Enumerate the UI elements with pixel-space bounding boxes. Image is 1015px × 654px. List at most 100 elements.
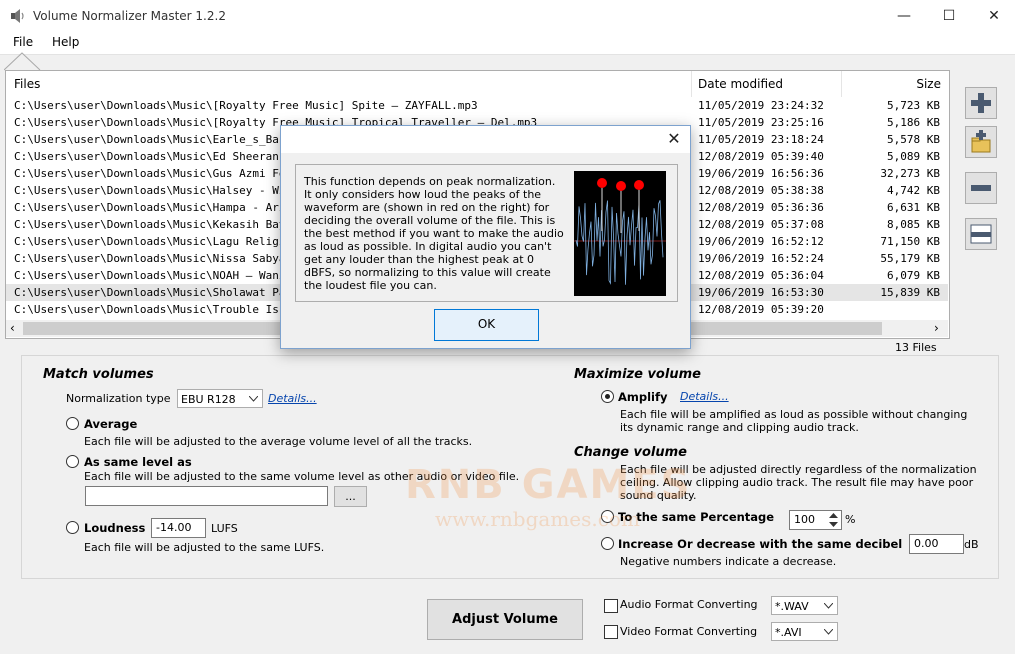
scroll-left-arrow-icon[interactable]: ‹ xyxy=(10,321,15,335)
watermark-url: www.rnbgames.com xyxy=(435,507,640,531)
date-modified-cell: 19/06/2019 16:53:30 xyxy=(698,286,824,299)
normalization-type-select[interactable]: EBU R128 xyxy=(177,389,263,408)
amplify-label[interactable]: Amplify xyxy=(618,390,668,404)
details-link[interactable]: Details... xyxy=(268,392,317,405)
average-description: Each file will be adjusted to the averag… xyxy=(84,435,473,448)
size-cell: 6,079 KB xyxy=(887,269,940,282)
negative-note: Negative numbers indicate a decrease. xyxy=(620,555,837,568)
dialog-close-button[interactable]: ✕ xyxy=(664,129,684,149)
add-file-button[interactable] xyxy=(965,87,997,119)
amplify-details-link[interactable]: Details... xyxy=(680,390,729,403)
ok-button[interactable]: OK xyxy=(434,309,539,341)
amplify-description-line1: Each file will be amplified as loud as p… xyxy=(620,408,968,421)
decibel-input[interactable]: 0.00 xyxy=(909,534,964,554)
add-folder-button[interactable] xyxy=(965,126,997,158)
loudness-label[interactable]: Loudness xyxy=(84,521,145,535)
minus-icon xyxy=(971,185,991,191)
video-format-label[interactable]: Video Format Converting xyxy=(620,625,757,638)
date-modified-cell: 11/05/2019 23:25:16 xyxy=(698,116,824,129)
loudness-unit: LUFS xyxy=(211,522,238,535)
clear-list-button[interactable] xyxy=(965,218,997,250)
percentage-value: 100 xyxy=(794,513,815,526)
percentage-unit: % xyxy=(845,513,856,526)
average-radio[interactable] xyxy=(66,417,79,430)
dialog-content: This function depends on peak normalizat… xyxy=(295,164,678,302)
size-cell: 32,273 KB xyxy=(880,167,940,180)
same-level-label[interactable]: As same level as xyxy=(84,455,192,469)
decibel-unit: dB xyxy=(964,538,979,551)
file-path-cell: C:\Users\user\Downloads\Music\[Royalty F… xyxy=(14,99,478,112)
size-cell: 15,839 KB xyxy=(880,286,940,299)
size-cell: 8,085 KB xyxy=(887,218,940,231)
file-path-cell: C:\Users\user\Downloads\Music\Kekasih Ba… xyxy=(14,218,293,231)
close-button[interactable]: ✕ xyxy=(971,0,1015,32)
video-format-select[interactable]: *.AVI xyxy=(771,622,838,641)
chevron-down-icon xyxy=(824,629,833,635)
browse-button[interactable]: ... xyxy=(334,486,367,507)
tab-notch xyxy=(4,52,41,71)
file-path-cell: C:\Users\user\Downloads\Music\Lagu Relig… xyxy=(14,235,306,248)
column-header-date[interactable]: Date modified xyxy=(698,71,784,97)
percentage-stepper[interactable]: 100 xyxy=(789,510,842,530)
date-modified-cell: 19/06/2019 16:56:36 xyxy=(698,167,824,180)
size-cell: 71,150 KB xyxy=(880,235,940,248)
menu-file[interactable]: File xyxy=(13,35,33,49)
date-modified-cell: 12/08/2019 05:39:20 xyxy=(698,303,824,316)
scroll-right-arrow-icon[interactable]: › xyxy=(934,321,939,335)
file-count: 13 Files xyxy=(895,341,937,354)
column-separator[interactable] xyxy=(841,71,842,97)
audio-format-checkbox[interactable] xyxy=(604,599,618,613)
size-cell: 5,186 KB xyxy=(887,116,940,129)
dialog-title-bar xyxy=(281,126,690,153)
adjust-volume-button[interactable]: Adjust Volume xyxy=(427,599,583,640)
audio-format-select[interactable]: *.WAV xyxy=(771,596,838,615)
column-header-files[interactable]: Files xyxy=(14,71,41,97)
amplify-radio[interactable] xyxy=(601,390,614,403)
loudness-input[interactable]: -14.00 xyxy=(151,518,206,538)
chevron-down-icon xyxy=(824,603,833,609)
remove-file-button[interactable] xyxy=(965,172,997,204)
column-header-size[interactable]: Size xyxy=(916,71,941,97)
date-modified-cell: 12/08/2019 05:37:08 xyxy=(698,218,824,231)
decibel-label[interactable]: Increase Or decrease with the same decib… xyxy=(618,537,902,551)
amplify-description-line2: its dynamic range and clipping audio tra… xyxy=(620,421,859,434)
change-volume-heading: Change volume xyxy=(574,445,687,460)
percentage-label[interactable]: To the same Percentage xyxy=(618,510,774,524)
video-format-checkbox[interactable] xyxy=(604,625,618,639)
file-path-cell: C:\Users\user\Downloads\Music\Ed Sheeran… xyxy=(14,150,293,163)
minimize-button[interactable]: — xyxy=(881,0,927,32)
file-path-cell: C:\Users\user\Downloads\Music\Earle_s_Ba… xyxy=(14,133,299,146)
file-path-cell: C:\Users\user\Downloads\Music\Sholawat P… xyxy=(14,286,299,299)
match-volumes-heading: Match volumes xyxy=(43,367,154,382)
file-path-cell: C:\Users\user\Downloads\Music\Nissa Saby… xyxy=(14,252,293,265)
chevron-down-icon xyxy=(249,396,258,402)
same-level-radio[interactable] xyxy=(66,455,79,468)
size-cell: 4,742 KB xyxy=(887,184,940,197)
waveform-peaks-icon xyxy=(574,171,666,296)
date-modified-cell: 19/06/2019 16:52:12 xyxy=(698,235,824,248)
date-modified-cell: 19/06/2019 16:52:24 xyxy=(698,252,824,265)
date-modified-cell: 12/08/2019 05:38:38 xyxy=(698,184,824,197)
average-label[interactable]: Average xyxy=(84,417,137,431)
file-path-cell: C:\Users\user\Downloads\Music\Halsey - W… xyxy=(14,184,299,197)
table-row[interactable]: C:\Users\user\Downloads\Music\[Royalty F… xyxy=(6,97,948,114)
maximize-button[interactable]: ☐ xyxy=(926,0,972,32)
reference-file-input[interactable] xyxy=(85,486,328,506)
audio-format-label[interactable]: Audio Format Converting xyxy=(620,598,758,611)
decibel-radio[interactable] xyxy=(601,537,614,550)
date-modified-cell: 11/05/2019 23:18:24 xyxy=(698,133,824,146)
size-cell: 55,179 KB xyxy=(880,252,940,265)
date-modified-cell: 12/08/2019 05:36:36 xyxy=(698,201,824,214)
loudness-description: Each file will be adjusted to the same L… xyxy=(84,541,325,554)
speaker-app-icon xyxy=(11,9,24,23)
size-cell: 6,631 KB xyxy=(887,201,940,214)
file-path-cell: C:\Users\user\Downloads\Music\NOAH – Wan… xyxy=(14,269,293,282)
spinner-arrows-icon[interactable] xyxy=(828,512,839,528)
column-separator[interactable] xyxy=(691,71,692,97)
audio-format-value: *.WAV xyxy=(775,600,809,613)
maximize-volume-heading: Maximize volume xyxy=(574,367,701,382)
loudness-radio[interactable] xyxy=(66,521,79,534)
menu-help[interactable]: Help xyxy=(52,35,79,49)
date-modified-cell: 12/08/2019 05:36:04 xyxy=(698,269,824,282)
clear-list-icon xyxy=(970,224,992,244)
